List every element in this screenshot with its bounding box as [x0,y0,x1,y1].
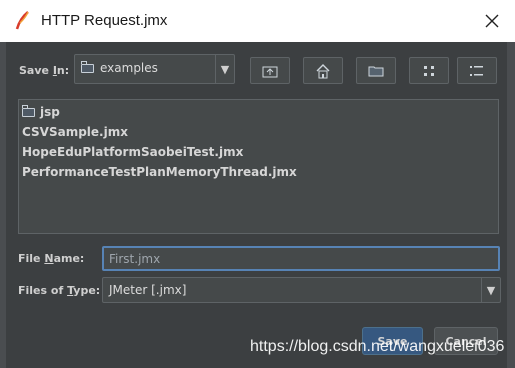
window-title: HTTP Request.jmx [41,12,168,29]
files-of-type-value: JMeter [.jmx] [109,283,187,297]
details-view-icon [470,65,483,76]
list-item[interactable]: jsp [22,104,60,119]
folder-up-icon [262,66,278,77]
files-of-type-label: Files of Type: [18,284,101,297]
list-item-label: HopeEduPlatformSaobeiTest.jmx [22,145,244,159]
folder-icon [81,60,94,73]
save-in-value: examples [81,60,158,75]
list-item-label: PerformanceTestPlanMemoryThread.jmx [22,165,297,179]
file-name-input[interactable] [106,248,492,269]
feather-icon [15,11,29,30]
file-name-label: File Name: [18,252,85,265]
chevron-down-icon[interactable]: ▼ [481,278,500,302]
save-dialog: Save In: examples ▼ jsp CSVSample.jmx Ho… [6,42,507,368]
home-icon [316,63,330,78]
list-item-label: jsp [40,105,60,119]
chevron-down-icon[interactable]: ▼ [215,55,234,83]
details-view-button[interactable] [457,57,497,84]
close-button[interactable] [469,0,515,42]
folder-icon [22,104,35,117]
file-list[interactable]: jsp CSVSample.jmx HopeEduPlatformSaobeiT… [18,99,499,234]
list-item[interactable]: HopeEduPlatformSaobeiTest.jmx [22,145,243,159]
home-button[interactable] [303,57,343,84]
list-item[interactable]: CSVSample.jmx [22,125,128,139]
list-item[interactable]: PerformanceTestPlanMemoryThread.jmx [22,165,297,179]
watermark: https://blog.csdn.net/wangxuelei036 [250,338,505,355]
file-name-field[interactable] [102,246,500,271]
new-folder-button[interactable] [356,57,396,84]
files-of-type-combo[interactable]: JMeter [.jmx] ▼ [102,277,501,303]
list-view-button[interactable] [409,57,449,84]
title-bar: HTTP Request.jmx [0,0,515,42]
close-icon [485,14,499,28]
list-view-icon [424,65,434,76]
new-folder-icon [368,66,384,77]
save-in-text: examples [100,61,158,75]
up-one-level-button[interactable] [250,57,290,84]
list-item-label: CSVSample.jmx [22,125,128,139]
save-in-label: Save In: [19,64,70,77]
background-window-strip [507,42,515,368]
save-in-combo[interactable]: examples ▼ [74,54,235,84]
